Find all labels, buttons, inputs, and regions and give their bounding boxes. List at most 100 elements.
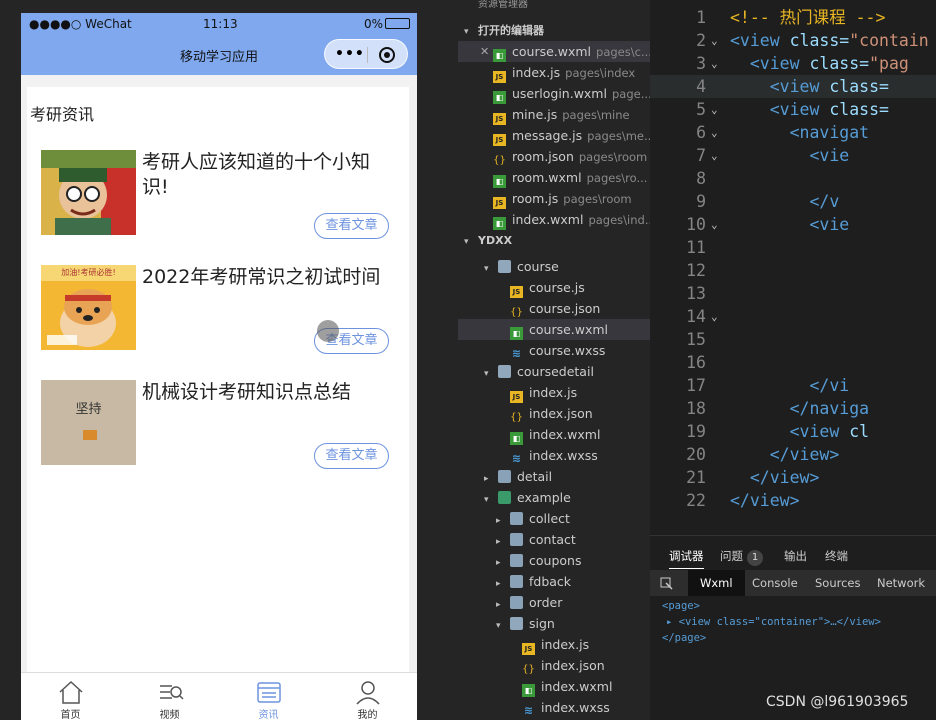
open-editor-item[interactable]: JS index.js pages\index (458, 62, 650, 83)
code-line[interactable]: 9 </v (650, 190, 936, 213)
fold-chevron-icon[interactable]: ⌄ (711, 144, 718, 167)
tab-terminal[interactable]: 终端 (825, 548, 848, 564)
item-name: course.json (529, 301, 601, 316)
fold-chevron-icon[interactable]: ⌄ (711, 305, 718, 328)
tree-folder[interactable]: ▸ fdback (458, 571, 650, 592)
open-editor-item[interactable]: ◧ room.wxml pages\ro... (458, 167, 650, 188)
tree-folder[interactable]: ▸ contact (458, 529, 650, 550)
tab-output[interactable]: 输出 (784, 548, 807, 564)
json-file-icon: {} (510, 307, 523, 318)
code-line[interactable]: 15 (650, 328, 936, 351)
tree-file[interactable]: {} index.json (458, 403, 650, 424)
tree-file[interactable]: ≋ index.wxss (458, 445, 650, 466)
tree-folder[interactable]: ▸ order (458, 592, 650, 613)
code-line[interactable]: 13 (650, 282, 936, 305)
xml-line[interactable]: ▸ <view class="container">…</view> (666, 616, 881, 628)
code-line[interactable]: 18 </naviga (650, 397, 936, 420)
file-path: pages\index (565, 66, 636, 80)
code-line[interactable]: 7 ⌄ <vie (650, 144, 936, 167)
tree-folder[interactable]: ▾ coursedetail (458, 361, 650, 382)
code-line[interactable]: 6 ⌄ <navigat (650, 121, 936, 144)
xml-line[interactable]: </page> (662, 632, 706, 644)
tree-file[interactable]: JS index.js (458, 382, 650, 403)
code-line[interactable]: 11 (650, 236, 936, 259)
tree-file[interactable]: ◧ index.wxml (458, 676, 650, 697)
tab-home[interactable]: 首页 (21, 673, 120, 720)
subtab-network[interactable]: Network (877, 576, 925, 590)
article-item[interactable]: 坚持 机械设计考研知识点总结 查看文章 (41, 380, 401, 490)
fold-chevron-icon[interactable]: ⌄ (711, 213, 718, 236)
code-line[interactable]: 17 </vi (650, 374, 936, 397)
project-header[interactable]: ▾ YDXX (458, 230, 650, 251)
tree-folder[interactable]: ▾ course (458, 256, 650, 277)
code-line[interactable]: 1 <!-- 热门课程 --> (650, 6, 936, 29)
fold-chevron-icon[interactable]: ⌄ (711, 52, 718, 75)
inspect-element-icon[interactable] (660, 577, 673, 590)
tree-file[interactable]: ≋ index.wxss (458, 697, 650, 718)
open-editor-item[interactable]: JS mine.js pages\mine (458, 104, 650, 125)
open-editor-item[interactable]: JS message.js pages\me... (458, 125, 650, 146)
folder-open-icon (498, 365, 511, 378)
code-line[interactable]: 20 </view> (650, 443, 936, 466)
code-line[interactable]: 14 ⌄ (650, 305, 936, 328)
tab-debugger[interactable]: 调试器 (669, 548, 704, 569)
code-line[interactable]: 8 (650, 167, 936, 190)
tree-file[interactable]: ≋ course.wxss (458, 340, 650, 361)
fold-chevron-icon[interactable]: ⌄ (711, 98, 718, 121)
code-line[interactable]: 5 ⌄ <view class= (650, 98, 936, 121)
article-item[interactable]: 考研人应该知道的十个小知识! 查看文章 (41, 150, 401, 260)
close-icon[interactable]: ✕ (480, 41, 489, 62)
open-editor-item[interactable]: ✕ ◧ course.wxml pages\c... (458, 41, 650, 62)
fold-chevron-icon[interactable]: ⌄ (711, 29, 718, 52)
more-icon[interactable]: ••• (335, 46, 365, 62)
tree-file[interactable]: {} course.json (458, 298, 650, 319)
tree-folder[interactable]: ▾ example (458, 487, 650, 508)
tab-video[interactable]: 视频 (120, 673, 219, 720)
battery-percent: 0% (364, 17, 384, 31)
file-path: pages\room (563, 192, 632, 206)
tab-problems[interactable]: 问题 1 (720, 548, 763, 566)
tree-folder[interactable]: ▸ collect (458, 508, 650, 529)
fold-chevron-icon[interactable]: ⌄ (711, 121, 718, 144)
open-editor-item[interactable]: JS room.js pages\room (458, 188, 650, 209)
code-line[interactable]: 19 <view cl (650, 420, 936, 443)
subtab-sources[interactable]: Sources (815, 576, 861, 590)
code-text: </view> (730, 489, 800, 512)
tree-file[interactable]: ◧ index.wxml (458, 424, 650, 445)
tree-file[interactable]: JS course.js (458, 277, 650, 298)
tree-file[interactable]: JS index.js (458, 634, 650, 655)
open-editor-item[interactable]: ◧ userlogin.wxml page... (458, 83, 650, 104)
wxml-file-icon: ◧ (510, 327, 523, 340)
line-number: 15 (686, 330, 706, 349)
code-line[interactable]: 10 ⌄ <vie (650, 213, 936, 236)
tree-file[interactable]: ◧ course.wxml (458, 319, 650, 340)
code-line[interactable]: 16 (650, 351, 936, 374)
section-title: 考研资讯 (30, 105, 95, 124)
subtab-console[interactable]: Console (752, 576, 798, 590)
code-editor[interactable]: 1 <!-- 热门课程 --> 2 ⌄ <view class="contain 3 ⌄ <… (650, 0, 936, 535)
open-editors-header[interactable]: ▾ 打开的编辑器 (458, 20, 650, 41)
open-editor-item[interactable]: {} room.json pages\room (458, 146, 650, 167)
code-line[interactable]: 3 ⌄ <view class="pag (650, 52, 936, 75)
close-miniprogram-icon[interactable] (379, 47, 395, 63)
code-token: <navigat (730, 123, 870, 142)
tab-news[interactable]: 资讯 (219, 673, 318, 720)
view-article-button[interactable]: 查看文章 (314, 443, 389, 469)
subtab-wxml[interactable]: Wxml (688, 570, 745, 596)
tree-file[interactable]: {} index.json (458, 655, 650, 676)
wxml-file-icon: ◧ (493, 91, 506, 104)
xml-line[interactable]: <page> (662, 600, 700, 612)
code-line[interactable]: 4 <view class= (650, 75, 936, 98)
tree-folder[interactable]: ▾ sign (458, 613, 650, 634)
code-line[interactable]: 21 </view> (650, 466, 936, 489)
tab-profile[interactable]: 我的 (318, 673, 417, 720)
open-editor-item[interactable]: ◧ index.wxml pages\ind... (458, 209, 650, 230)
tree-folder[interactable]: ▸ detail (458, 466, 650, 487)
article-item[interactable]: 加油!考研必胜! 2022年考研常识之初试时间 查看文章 (41, 265, 401, 375)
view-article-button[interactable]: 查看文章 (314, 213, 389, 239)
code-line[interactable]: 2 ⌄ <view class="contain (650, 29, 936, 52)
code-line[interactable]: 12 (650, 259, 936, 282)
code-line[interactable]: 22 </view> (650, 489, 936, 512)
article-title: 考研人应该知道的十个小知识! (142, 151, 371, 198)
tree-folder[interactable]: ▸ coupons (458, 550, 650, 571)
